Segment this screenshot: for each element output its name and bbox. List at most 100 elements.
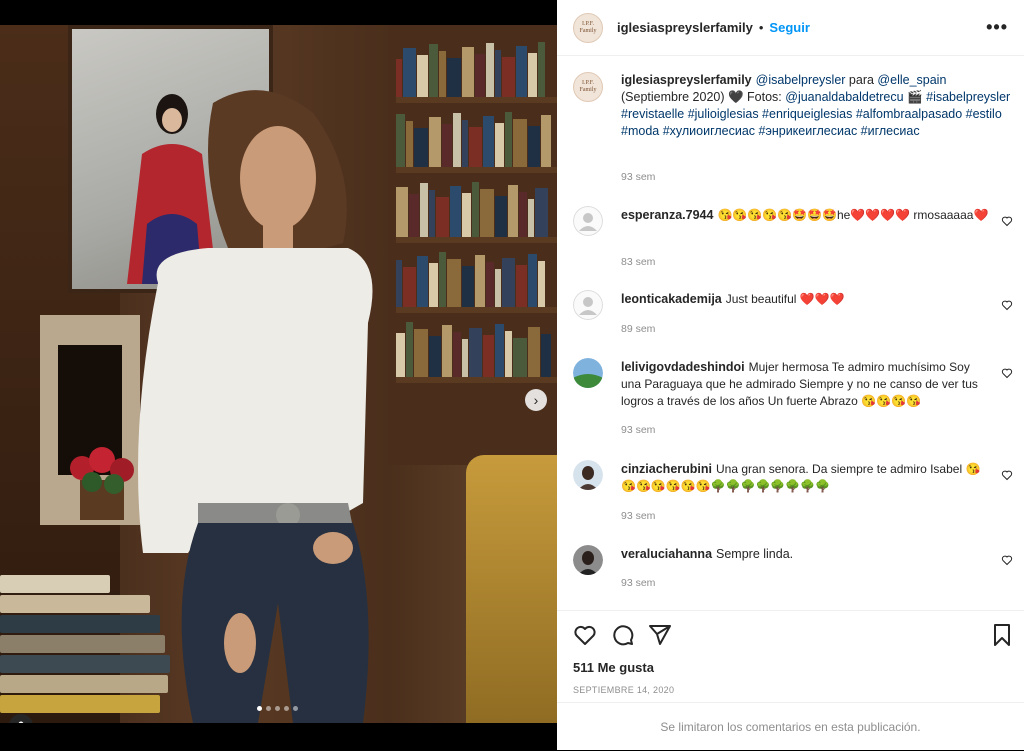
like-comment-heart-icon[interactable] xyxy=(1001,299,1013,311)
book-spine xyxy=(475,54,485,97)
post-actions-bar xyxy=(557,610,1024,661)
like-comment-heart-icon[interactable] xyxy=(1001,469,1013,481)
book-spine xyxy=(528,327,540,377)
book-spine xyxy=(417,55,428,97)
comment-timestamp: 93 sem xyxy=(621,510,656,522)
like-comment-heart-icon[interactable] xyxy=(1001,215,1013,227)
book-spine xyxy=(447,259,461,307)
carousel-dot xyxy=(275,706,280,711)
book-spine xyxy=(541,334,551,377)
book-spine xyxy=(462,120,468,167)
book-spine xyxy=(495,196,507,237)
landscape-avatar[interactable] xyxy=(573,358,603,388)
author-avatar[interactable]: I.P.F. Family xyxy=(573,12,603,43)
post-caption: I.P.F. Family iglesiaspreyslerfamily @isa… xyxy=(573,72,1013,192)
book-spine xyxy=(420,183,428,237)
comment-username[interactable]: esperanza.7944 xyxy=(621,208,713,222)
book-spine xyxy=(462,339,468,377)
separator-dot: • xyxy=(758,20,764,35)
book-spine xyxy=(462,193,471,237)
like-comment-heart-icon[interactable] xyxy=(1001,554,1013,566)
mention-link[interactable]: @juanaldabaldetrecu xyxy=(785,90,903,104)
book-spine xyxy=(475,255,485,307)
comment-item: esperanza.7944 😘😘😘😘😘🤩🤩🤩he❤️❤️❤️❤️ rmosaaa… xyxy=(573,206,1013,276)
author-username[interactable]: iglesiaspreyslerfamily xyxy=(617,20,753,35)
comments-limited-notice: Se limitaron los comentarios en esta pub… xyxy=(557,702,1024,751)
like-comment-heart-icon[interactable] xyxy=(1001,367,1013,379)
carousel-dot xyxy=(266,706,271,711)
book-spine xyxy=(414,329,428,377)
portrait-avatar[interactable] xyxy=(573,460,603,490)
more-options-icon[interactable]: ••• xyxy=(986,17,1008,38)
post-date[interactable]: SEPTIEMBRE 14, 2020 xyxy=(573,685,674,695)
book-spine xyxy=(495,269,501,307)
book-spine xyxy=(516,265,527,307)
mention-link[interactable]: @isabelpreysler xyxy=(756,73,846,87)
book-spine xyxy=(528,254,537,307)
comment-username[interactable]: leonticakademija xyxy=(621,292,722,306)
comment-timestamp: 89 sem xyxy=(621,323,656,335)
book-spine xyxy=(447,58,461,97)
caption-text: iglesiaspreyslerfamily @isabelpreysler pa… xyxy=(621,73,1011,138)
post-header: I.P.F. Family iglesiaspreyslerfamily • S… xyxy=(557,0,1024,56)
comment-timestamp: 83 sem xyxy=(621,256,656,268)
book-spine xyxy=(495,50,501,97)
caption-avatar[interactable]: I.P.F. Family xyxy=(573,72,603,102)
book-spine xyxy=(453,113,461,167)
default-avatar[interactable] xyxy=(573,206,603,236)
book-spine xyxy=(535,188,548,237)
book-spine xyxy=(528,126,540,167)
book-spine xyxy=(483,116,494,167)
heart-icon[interactable] xyxy=(573,623,597,647)
book-spine xyxy=(439,51,446,97)
portrait-avatar[interactable] xyxy=(573,545,603,575)
comment-text: lelivigovdadeshindoi Mujer hermosa Te adm… xyxy=(621,360,978,408)
comment-item: veraluciahanna Sempre linda. 93 sem xyxy=(573,545,1013,595)
book-spine xyxy=(406,121,413,167)
book-spine xyxy=(453,332,461,377)
comment-timestamp: 93 sem xyxy=(621,577,656,589)
comment-text: leonticakademija Just beautiful ❤️❤️❤️ xyxy=(621,292,845,306)
comment-timestamp: 93 sem xyxy=(621,424,656,436)
comment-username[interactable]: veraluciahanna xyxy=(621,547,712,561)
bookmark-icon[interactable] xyxy=(990,623,1014,647)
comment-icon[interactable] xyxy=(611,623,635,647)
book-spine xyxy=(486,43,494,97)
share-icon[interactable] xyxy=(648,623,672,647)
book-spine xyxy=(396,260,402,307)
carousel-dot xyxy=(257,706,262,711)
post-side-panel: I.P.F. Family iglesiaspreyslerfamily • S… xyxy=(557,0,1024,750)
user-tag-icon xyxy=(18,721,24,723)
book-spine xyxy=(486,262,494,307)
book-spine xyxy=(429,44,438,97)
book-spine xyxy=(396,59,402,97)
book-spine xyxy=(409,194,419,237)
caption-username[interactable]: iglesiaspreyslerfamily xyxy=(621,73,752,87)
comment-username[interactable]: cinziacherubini xyxy=(621,462,712,476)
follow-button[interactable]: Seguir xyxy=(769,20,809,35)
chevron-right-icon: › xyxy=(533,392,539,408)
book-spine xyxy=(462,47,474,97)
book-spine xyxy=(516,46,527,97)
default-avatar[interactable] xyxy=(573,290,603,320)
next-slide-button[interactable]: › xyxy=(525,389,547,411)
caption-timestamp: 93 sem xyxy=(621,171,656,183)
book-spine xyxy=(429,190,435,237)
book-spine xyxy=(528,199,534,237)
book-spine xyxy=(538,42,545,97)
comment-username[interactable]: lelivigovdadeshindoi xyxy=(621,360,745,374)
like-count[interactable]: 511 Me gusta xyxy=(573,660,654,675)
book-spine xyxy=(396,114,405,167)
book-spine xyxy=(469,127,482,167)
book-spine xyxy=(450,186,461,237)
mention-link[interactable]: @elle_spain xyxy=(877,73,946,87)
carousel-dot xyxy=(293,706,298,711)
book-spine xyxy=(442,124,452,167)
book-spine xyxy=(513,338,527,377)
book-spine xyxy=(429,336,441,377)
book-spine xyxy=(396,187,408,237)
book-spine xyxy=(519,192,527,237)
book-spine xyxy=(505,331,512,377)
book-spine xyxy=(495,123,504,167)
post-photo[interactable]: › xyxy=(0,25,557,723)
